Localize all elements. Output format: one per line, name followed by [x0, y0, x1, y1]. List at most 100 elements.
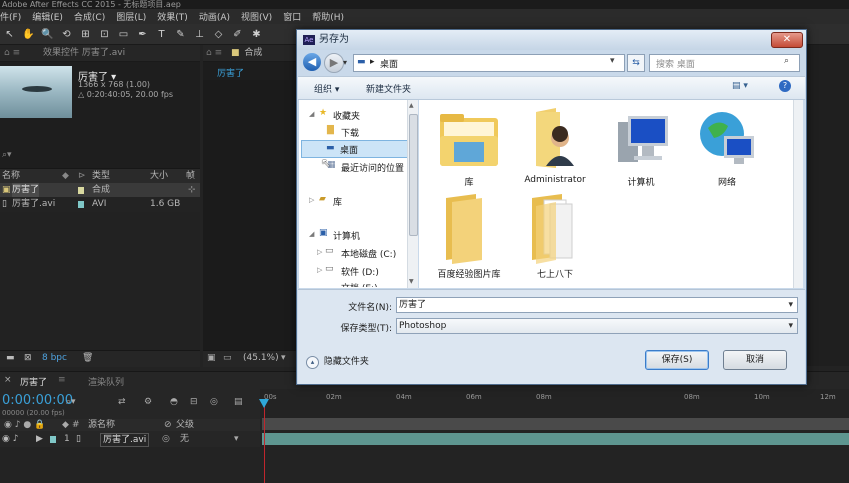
preview-icon[interactable]: ▣ — [207, 353, 216, 363]
playhead-line[interactable] — [264, 399, 265, 483]
help-icon[interactable]: ? — [779, 80, 791, 92]
new-folder-icon[interactable]: ▬ — [6, 353, 15, 363]
type-tool-icon[interactable]: T — [155, 28, 168, 41]
scroll-up-icon[interactable]: ▲ — [409, 102, 414, 109]
camera-tool-icon[interactable]: ⊞ — [79, 28, 92, 41]
close-button[interactable]: ✕ — [771, 32, 803, 48]
draft-3d-icon[interactable]: ⚙ — [144, 397, 152, 407]
nav-downloads[interactable]: 下载 — [341, 126, 359, 139]
expand-arrow-icon[interactable]: ▷ — [317, 248, 322, 256]
comp-panel-tab[interactable]: 合成 — [244, 48, 262, 58]
project-row-footage[interactable]: ▯ 厉害了.avi AVI 1.6 GB — [0, 197, 200, 211]
address-dropdown-icon[interactable]: ▾ — [610, 56, 615, 66]
new-folder-button[interactable]: 新建文件夹 — [366, 82, 411, 95]
expand-arrow-icon[interactable]: ▷ — [309, 196, 314, 204]
tag-icon[interactable]: ⊳ — [78, 169, 86, 183]
organize-button[interactable]: 组织 ▾ — [314, 82, 339, 95]
menu-edit[interactable]: 编辑(E) — [32, 10, 63, 23]
forward-button-icon[interactable]: ▶ — [324, 53, 344, 73]
save-button[interactable]: 保存(S) — [645, 350, 709, 370]
puppet-tool-icon[interactable]: ✱ — [250, 28, 263, 41]
monitor-icon[interactable]: ▭ — [223, 353, 232, 363]
zoom-level[interactable]: (45.1%) — [243, 353, 279, 363]
nav-scrollbar[interactable]: ▲ ▼ — [407, 100, 418, 288]
layer-row[interactable]: ◉ ♪ ▶ 1 ▯ 厉害了.avi ◎ 无 ▾ — [0, 431, 260, 447]
close-tab-icon[interactable]: × — [4, 375, 12, 385]
menu-layer[interactable]: 图层(L) — [116, 10, 146, 23]
selection-tool-icon[interactable]: ↖ — [3, 28, 16, 41]
effect-controls-tab[interactable]: 效果控件 厉害了.avi — [43, 48, 125, 58]
parent-value[interactable]: 无 — [180, 431, 189, 447]
menu-composition[interactable]: 合成(C) — [74, 10, 105, 23]
layer-label-swatch[interactable] — [50, 436, 56, 443]
menu-animation[interactable]: 动画(A) — [199, 10, 230, 23]
nav-library[interactable]: 库 — [333, 195, 342, 208]
cancel-button[interactable]: 取消 — [723, 350, 787, 370]
frame-blend-icon[interactable]: ⊟ — [190, 397, 198, 407]
file-item-administrator[interactable]: Administrator — [517, 108, 593, 185]
file-item-network[interactable]: 网络 — [689, 108, 765, 188]
graph-editor-icon[interactable]: ▤ — [234, 397, 243, 407]
eraser-tool-icon[interactable]: ◇ — [212, 28, 225, 41]
bit-depth-label[interactable]: 8 bpc — [42, 353, 67, 363]
visibility-icon[interactable]: ◉ ♪ ● 🔒 — [4, 419, 45, 431]
menu-file[interactable]: 件(F) — [0, 10, 21, 23]
file-item-computer[interactable]: 计算机 — [603, 108, 679, 188]
search-input[interactable]: 搜索 桌面 ⌕ — [649, 54, 800, 72]
column-frame[interactable]: 帧 — [186, 169, 195, 183]
motion-blur-icon[interactable]: ◎ — [210, 397, 218, 407]
filetype-dropdown-icon[interactable]: ▾ — [788, 319, 793, 333]
label-column-icon[interactable]: ◆ — [62, 419, 69, 431]
lock-icon[interactable]: ⌂ ≡ — [4, 48, 20, 58]
column-name[interactable]: 名称 — [2, 169, 20, 183]
pan-behind-tool-icon[interactable]: ⊡ — [98, 28, 111, 41]
nav-recent[interactable]: 最近访问的位置 — [341, 161, 404, 174]
playhead-handle-icon[interactable] — [259, 399, 269, 408]
nav-computer[interactable]: 计算机 — [333, 229, 360, 242]
comp-mini-flowchart-icon[interactable]: ⇄ — [118, 397, 126, 407]
scroll-thumb[interactable] — [409, 114, 418, 236]
menu-help[interactable]: 帮助(H) — [312, 10, 344, 23]
link-column-icon[interactable]: ⊘ — [164, 419, 172, 431]
new-comp-icon[interactable]: ⊠ — [24, 353, 32, 363]
render-queue-tab[interactable]: 渲染队列 — [88, 375, 124, 388]
layer-duration-bar[interactable] — [262, 433, 849, 445]
recent-dropdown-icon[interactable]: ▾ — [343, 58, 347, 67]
nav-soft-disk[interactable]: 软件 (D:) — [341, 265, 379, 278]
expand-arrow-icon[interactable]: ▷ — [317, 266, 322, 274]
search-icon[interactable]: ⌕ — [784, 56, 789, 66]
filename-input[interactable]: 厉害了 ▾ — [396, 297, 798, 313]
search-icon[interactable]: ⌕▾ — [66, 397, 76, 407]
column-parent[interactable]: 父级 — [176, 419, 194, 431]
file-item-baidu-folder[interactable]: 百度经验图片库 — [431, 194, 507, 280]
column-source-name[interactable]: 源名称 — [88, 419, 115, 431]
file-item-library[interactable]: 库 — [431, 108, 507, 188]
time-ruler[interactable]: 00s 02m 04m 06m 08m 08m 10m 12m — [260, 389, 849, 419]
flowchart-icon[interactable]: ⊹ — [188, 183, 196, 197]
lock-icon[interactable]: ⌂ ≡ — [206, 48, 222, 58]
nav-local-disk[interactable]: 本地磁盘 (C:) — [341, 247, 396, 260]
nav-favorites[interactable]: 收藏夹 — [333, 109, 360, 122]
brush-tool-icon[interactable]: ✎ — [174, 28, 187, 41]
work-area-bar[interactable] — [262, 418, 849, 430]
label-column-icon[interactable]: ◆ — [62, 169, 69, 183]
shy-icon[interactable]: ◓ — [170, 397, 178, 407]
label-color-swatch[interactable] — [78, 201, 84, 208]
menu-view[interactable]: 视图(V) — [241, 10, 272, 23]
timeline-tab[interactable]: 厉害了 — [20, 375, 47, 388]
rotate-tool-icon[interactable]: ⟲ — [60, 28, 73, 41]
address-bar[interactable]: ▬ ▸ 桌面 ▾ — [353, 54, 625, 72]
column-size[interactable]: 大小 — [150, 169, 168, 183]
parent-dropdown-icon[interactable]: ▾ — [234, 431, 239, 447]
current-time[interactable]: 0:00:00:00 — [2, 393, 73, 408]
layer-name[interactable]: 厉害了.avi — [100, 433, 150, 447]
menu-effect[interactable]: 效果(T) — [157, 10, 188, 23]
file-item-qishangbaxia-folder[interactable]: 七上八下 — [517, 194, 593, 280]
column-type[interactable]: 类型 — [92, 169, 110, 183]
delete-icon[interactable]: 🗑 — [82, 353, 93, 363]
refresh-icon[interactable]: ⇆ — [627, 54, 645, 72]
hand-tool-icon[interactable]: ✋ — [22, 28, 35, 41]
expand-arrow-icon[interactable]: ▶ — [36, 431, 43, 447]
nav-doc-disk[interactable]: 文档 (E:) — [341, 281, 378, 287]
menu-icon[interactable]: ≡ — [58, 375, 66, 385]
